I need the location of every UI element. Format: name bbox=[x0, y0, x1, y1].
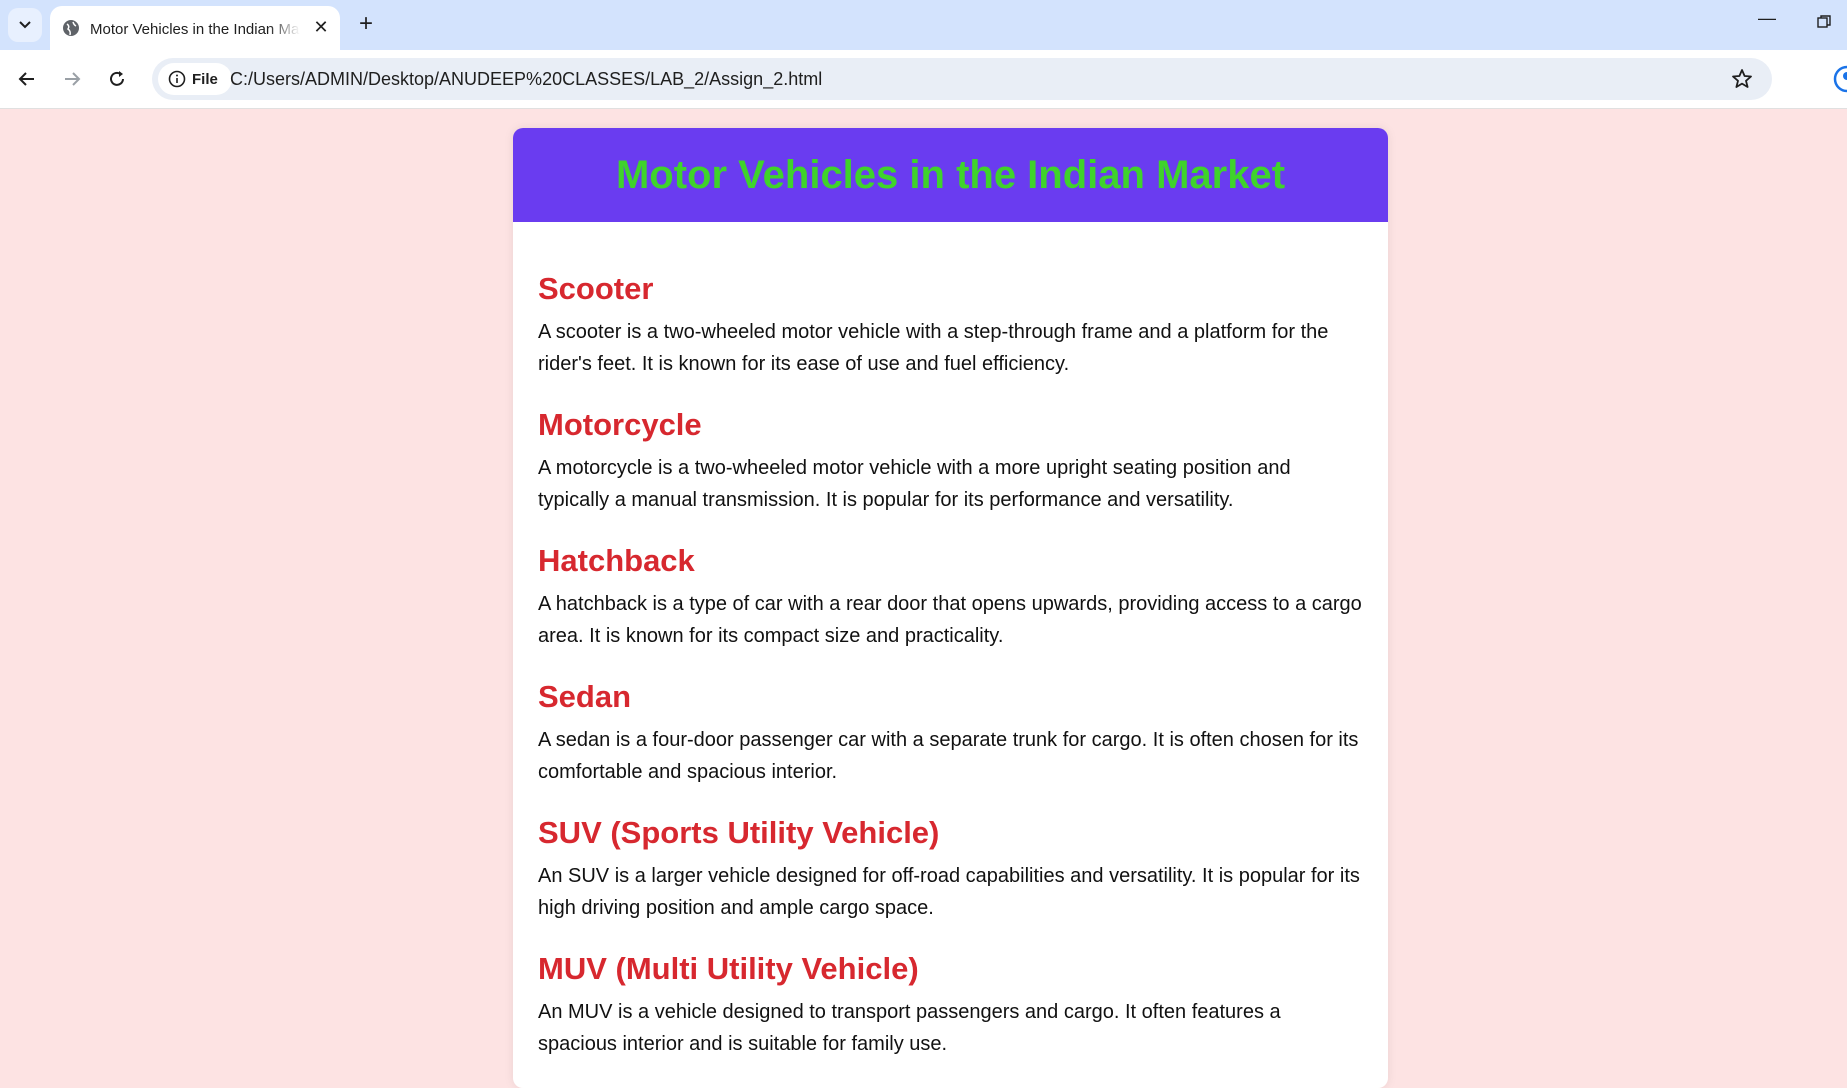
vehicle-description: A scooter is a two-wheeled motor vehicle… bbox=[538, 321, 1329, 375]
vehicle-description: An SUV is a larger vehicle designed for … bbox=[538, 865, 1360, 919]
vehicle-title: Hatchback bbox=[538, 543, 695, 578]
vehicle-item-suv: SUV (Sports Utility Vehicle) An SUV is a… bbox=[538, 815, 1363, 924]
vehicle-title: MUV (Multi Utility Vehicle) bbox=[538, 951, 919, 986]
page-viewport: Motor Vehicles in the Indian Market Scoo… bbox=[0, 109, 1847, 1088]
vehicle-item-muv: MUV (Multi Utility Vehicle) An MUV is a … bbox=[538, 951, 1363, 1060]
vehicle-title: Sedan bbox=[538, 679, 632, 714]
tab-search-button[interactable] bbox=[8, 8, 42, 42]
forward-button[interactable] bbox=[57, 64, 87, 94]
vehicle-item-scooter: Scooter A scooter is a two-wheeled motor… bbox=[538, 271, 1363, 380]
vehicle-description: An MUV is a vehicle designed to transpor… bbox=[538, 1001, 1281, 1055]
reload-icon bbox=[110, 71, 124, 86]
vehicle-title: SUV (Sports Utility Vehicle) bbox=[538, 815, 940, 850]
globe-icon bbox=[63, 20, 79, 36]
vehicle-title: Scooter bbox=[538, 271, 654, 306]
file-label: File bbox=[192, 70, 218, 88]
profile-icon[interactable] bbox=[1832, 64, 1847, 94]
vehicle-item-hatchback: Hatchback A hatchback is a type of car w… bbox=[538, 543, 1363, 652]
site-info-button[interactable]: File bbox=[158, 63, 232, 95]
back-button[interactable] bbox=[12, 64, 42, 94]
new-tab-button[interactable]: + bbox=[352, 10, 380, 38]
vehicle-description: A sedan is a four-door passenger car wit… bbox=[538, 729, 1359, 783]
arrow-right-icon bbox=[65, 72, 81, 86]
content-card: Motor Vehicles in the Indian Market Scoo… bbox=[513, 128, 1388, 1088]
page-title: Motor Vehicles in the Indian Market bbox=[615, 152, 1286, 197]
reload-button[interactable] bbox=[102, 64, 132, 94]
bookmark-star-icon[interactable] bbox=[1730, 67, 1754, 91]
info-icon bbox=[168, 70, 186, 88]
arrow-left-icon bbox=[18, 72, 34, 86]
restore-window-icon[interactable] bbox=[1817, 8, 1847, 36]
chevron-down-icon bbox=[19, 21, 31, 29]
address-bar[interactable]: File C:/Users/ADMIN/Desktop/ANUDEEP%20CL… bbox=[152, 58, 1772, 100]
url-text[interactable]: C:/Users/ADMIN/Desktop/ANUDEEP%20CLASSES… bbox=[230, 69, 822, 90]
minimize-icon[interactable]: — bbox=[1747, 8, 1787, 36]
vehicle-description: A motorcycle is a two-wheeled motor vehi… bbox=[538, 457, 1291, 511]
tab-bar: Motor Vehicles in the Indian Market ✕ + … bbox=[0, 0, 1847, 50]
browser-toolbar: File C:/Users/ADMIN/Desktop/ANUDEEP%20CL… bbox=[0, 50, 1847, 109]
vehicle-title: Motorcycle bbox=[538, 407, 702, 442]
page-header: Motor Vehicles in the Indian Market bbox=[513, 128, 1388, 222]
vehicle-item-motorcycle: Motorcycle A motorcycle is a two-wheeled… bbox=[538, 407, 1363, 516]
close-tab-icon[interactable]: ✕ bbox=[310, 16, 332, 38]
vehicle-item-sedan: Sedan A sedan is a four-door passenger c… bbox=[538, 679, 1363, 788]
vehicle-list: Scooter A scooter is a two-wheeled motor… bbox=[513, 222, 1388, 1060]
vehicle-description: A hatchback is a type of car with a rear… bbox=[538, 593, 1362, 647]
browser-tab[interactable]: Motor Vehicles in the Indian Market ✕ bbox=[50, 6, 340, 50]
tab-title: Motor Vehicles in the Indian Market bbox=[90, 21, 300, 38]
